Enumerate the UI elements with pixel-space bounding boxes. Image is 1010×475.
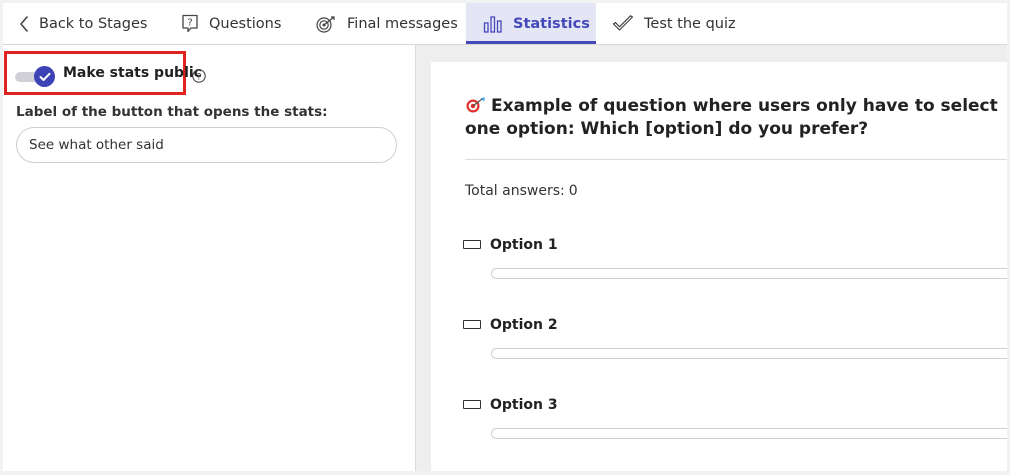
option-label: Option 2 <box>490 317 558 333</box>
option-progress-bar <box>491 348 1007 359</box>
svg-text:?: ? <box>197 72 202 82</box>
question-title: Example of question where users only hav… <box>465 95 1005 141</box>
title-divider <box>465 159 1007 160</box>
total-answers: Total answers: 0 <box>465 183 578 199</box>
bar-chart-icon <box>483 15 503 33</box>
option-progress-bar <box>491 428 1007 439</box>
question-bubble-icon: ? <box>181 14 199 34</box>
chevron-left-icon <box>19 15 29 32</box>
option-rectangle-icon <box>463 240 481 249</box>
question-title-text: Example of question where users only hav… <box>465 96 998 139</box>
settings-panel: Make stats public ? Label of the button … <box>3 45 416 471</box>
option-progress-bar <box>491 268 1007 279</box>
checkmark-icon <box>612 14 634 33</box>
stats-preview-pane: Example of question where users only hav… <box>416 45 1007 471</box>
option-label: Option 3 <box>490 397 558 413</box>
total-answers-label: Total answers: <box>465 183 565 199</box>
statistics-label: Statistics <box>513 15 590 32</box>
stats-card: Example of question where users only hav… <box>431 62 1007 471</box>
final-messages-label: Final messages <box>347 15 458 32</box>
option-label: Option 1 <box>490 237 558 253</box>
active-tab-indicator <box>466 41 596 44</box>
test-quiz-label: Test the quiz <box>644 15 736 32</box>
top-navigation: Back to Stages ? Questions Final message… <box>3 3 1007 45</box>
dart-target-emoji <box>465 97 487 113</box>
toggle-knob <box>34 66 55 87</box>
svg-text:?: ? <box>187 17 192 28</box>
back-to-stages-link[interactable]: Back to Stages <box>19 3 147 44</box>
app-frame: Back to Stages ? Questions Final message… <box>3 3 1007 471</box>
button-label-input[interactable] <box>16 127 397 163</box>
tab-final-messages[interactable]: Final messages <box>315 3 458 44</box>
toggle-label: Make stats public <box>63 65 202 81</box>
back-label: Back to Stages <box>39 15 148 32</box>
check-icon <box>39 67 51 86</box>
total-answers-value: 0 <box>568 183 578 199</box>
questions-label: Questions <box>209 15 282 32</box>
target-icon <box>315 15 337 33</box>
make-stats-public-toggle[interactable] <box>15 66 59 87</box>
tab-statistics[interactable]: Statistics <box>466 3 596 44</box>
option-rectangle-icon <box>463 400 481 409</box>
tab-test-quiz[interactable]: Test the quiz <box>612 3 736 44</box>
option-rectangle-icon <box>463 320 481 329</box>
tab-questions[interactable]: ? Questions <box>181 3 281 44</box>
help-icon[interactable]: ? <box>192 68 206 83</box>
button-label-caption: Label of the button that opens the stats… <box>16 104 328 120</box>
